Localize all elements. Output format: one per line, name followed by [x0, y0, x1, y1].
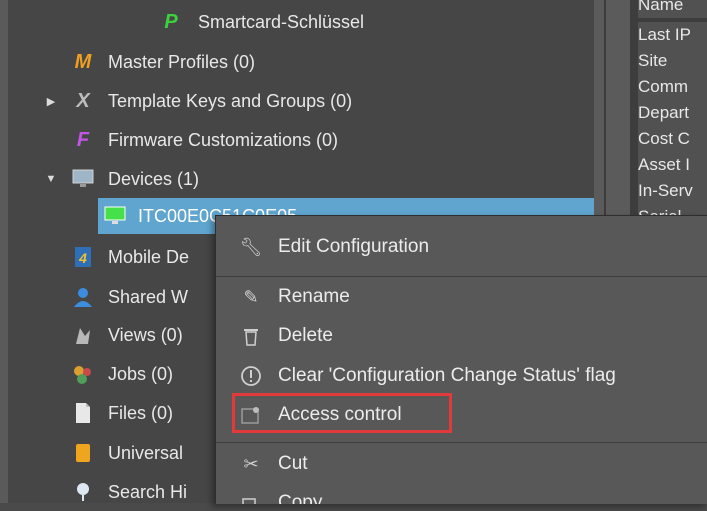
smartcard-key-icon: P — [164, 10, 178, 33]
context-menu: 🔧︎ Edit Configuration ✎ Rename Delete Cl… — [215, 215, 707, 504]
scissors-icon: ✂ — [243, 453, 259, 474]
tree-item-firmware[interactable]: F Firmware Customizations (0) — [72, 121, 338, 159]
property-label: Asset I — [638, 152, 707, 178]
search-history-icon — [72, 481, 94, 503]
device-monitor-icon — [104, 205, 126, 227]
menu-separator — [216, 442, 707, 443]
access-control-icon — [238, 402, 264, 428]
views-icon — [72, 324, 94, 346]
trash-icon — [238, 323, 264, 349]
wrench-icon: 🔧︎ — [239, 236, 263, 257]
tree-item-template-keys[interactable]: ▶ X Template Keys and Groups (0) — [44, 82, 352, 120]
master-profile-icon: M — [74, 50, 92, 73]
tree-item-mobile-devices[interactable]: 4 Mobile De — [72, 238, 189, 276]
pencil-icon: ✎ — [243, 286, 259, 307]
menu-item-rename[interactable]: ✎ Rename — [216, 278, 707, 316]
tree-item-jobs[interactable]: Jobs (0) — [72, 355, 173, 393]
tree-item-devices[interactable]: ▼ Devices (1) — [44, 160, 199, 198]
shared-user-icon — [72, 286, 94, 308]
property-label: In-Serv — [638, 178, 707, 204]
tree-item-smartcard-key[interactable]: P Smartcard-Schlüssel — [160, 3, 364, 41]
tree-item-files[interactable]: Files (0) — [72, 394, 173, 432]
tree-item-master-profiles[interactable]: M Master Profiles (0) — [72, 43, 255, 81]
expand-arrow-icon[interactable]: ▶ — [44, 95, 58, 108]
tree-item-universal[interactable]: Universal — [72, 434, 183, 472]
firmware-icon: F — [76, 128, 90, 151]
mobile-device-icon: 4 — [72, 246, 94, 268]
property-label: Name — [638, 0, 707, 18]
monitor-icon — [72, 168, 94, 190]
menu-item-edit-configuration[interactable]: 🔧︎ Edit Configuration — [216, 228, 707, 266]
menu-item-clear-status-flag[interactable]: Clear 'Configuration Change Status' flag — [216, 357, 707, 395]
files-icon — [72, 402, 94, 424]
property-label: Site — [638, 48, 707, 74]
property-label: Depart — [638, 100, 707, 126]
template-keys-icon: X — [76, 89, 90, 112]
copy-icon — [238, 490, 264, 504]
property-label: Comm — [638, 74, 707, 100]
menu-item-access-control[interactable]: Access control — [216, 396, 707, 434]
exclamation-circle-icon — [238, 363, 264, 389]
jobs-icon — [72, 363, 94, 385]
menu-item-copy[interactable]: Copy — [216, 484, 707, 504]
universal-icon — [72, 442, 94, 464]
menu-item-delete[interactable]: Delete — [216, 317, 707, 355]
svg-text:4: 4 — [78, 250, 87, 266]
property-label: Cost C — [638, 126, 707, 152]
menu-item-cut[interactable]: ✂ Cut — [216, 445, 707, 483]
collapse-arrow-icon[interactable]: ▼ — [44, 173, 58, 185]
tree-item-search-history[interactable]: Search Hi — [72, 473, 187, 511]
tree-item-shared[interactable]: Shared W — [72, 278, 188, 316]
tree-left-border — [0, 0, 8, 503]
menu-separator — [216, 276, 707, 277]
property-label: Last IP — [638, 22, 707, 48]
tree-item-views[interactable]: Views (0) — [72, 316, 183, 354]
